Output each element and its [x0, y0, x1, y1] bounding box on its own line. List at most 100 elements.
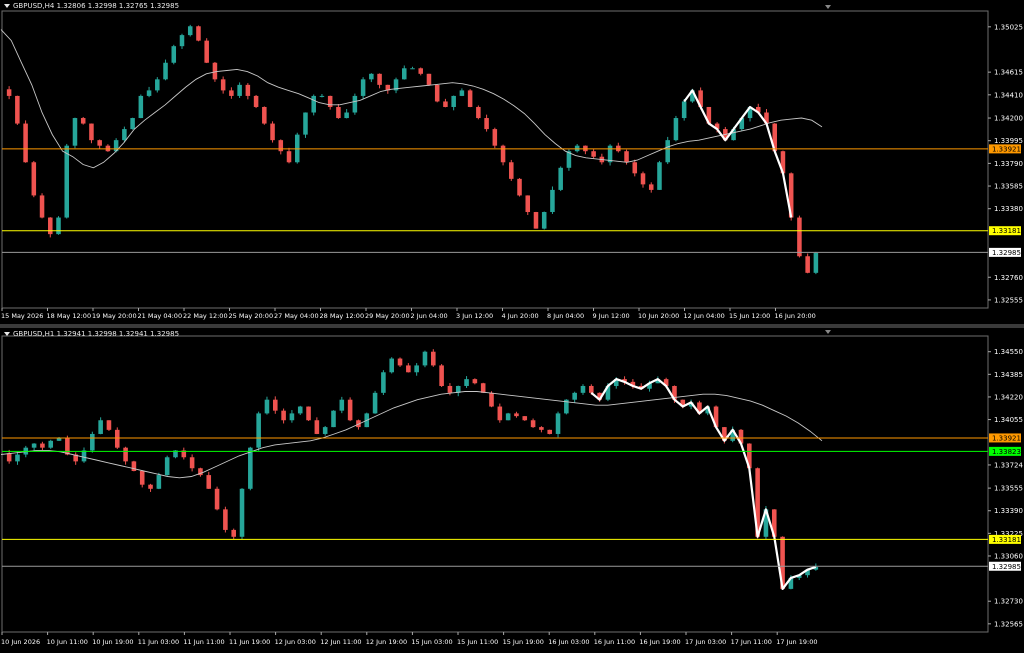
y-tick-label: 1.34410	[994, 91, 1023, 99]
orange-level-price-label: 1.33921	[992, 434, 1021, 442]
candle-body	[48, 217, 53, 235]
y-tick-label: 1.33995	[994, 137, 1023, 145]
h1-chart-panel[interactable]: GBPUSD,H1 1.32941 1.32998 1.32941 1.3298…	[0, 328, 1024, 653]
y-tick-label: 1.32555	[994, 296, 1023, 304]
candle-body	[40, 443, 45, 448]
candle-body	[489, 392, 494, 407]
y-tick-label: 1.34615	[994, 69, 1023, 77]
candle-body	[122, 129, 127, 141]
candle-body	[497, 406, 503, 421]
x-tick-label: 15 May 2026	[1, 312, 43, 320]
y-tick-label: 1.33390	[994, 507, 1023, 515]
candle-body	[256, 413, 261, 448]
candle-body	[248, 447, 253, 489]
candle-body	[155, 79, 160, 91]
candle-body	[640, 173, 646, 185]
candle-body	[547, 429, 553, 434]
dropdown-triangle-icon[interactable]	[4, 332, 10, 336]
candle-body	[632, 162, 638, 174]
candle-body	[805, 256, 810, 273]
candle-body	[97, 140, 102, 146]
candle-body	[81, 450, 87, 462]
candle-body	[572, 392, 577, 400]
chart-shift-marker-icon	[825, 330, 831, 334]
candle-body	[286, 151, 292, 163]
candle-body	[352, 95, 358, 113]
dropdown-triangle-icon[interactable]	[4, 4, 10, 8]
candle-body	[322, 427, 328, 434]
candle-body	[339, 399, 345, 411]
x-tick-label: 19 May 20:00	[92, 312, 137, 320]
candle-body	[106, 420, 112, 430]
yellow-level-price-label: 1.33181	[992, 536, 1021, 544]
x-tick-label: 16 Jun 20:00	[775, 312, 816, 320]
candle-body	[89, 123, 94, 141]
candle-body	[377, 73, 382, 85]
x-tick-label: 22 May 12:00	[183, 312, 228, 320]
h4-chart-header: GBPUSD,H4 1.32806 1.32998 1.32765 1.3298…	[4, 2, 179, 10]
candle-body	[204, 40, 209, 63]
candle-body	[555, 413, 561, 434]
orange-level-price-label: 1.33921	[992, 145, 1021, 153]
y-tick-label: 1.33585	[994, 183, 1023, 191]
candle-body	[327, 95, 333, 107]
candle-body	[214, 488, 220, 510]
candle-body	[187, 26, 193, 36]
candle-body	[156, 475, 162, 489]
candle-body	[589, 385, 594, 393]
candle-body	[624, 151, 629, 163]
candle-body	[6, 453, 12, 462]
candle-body	[484, 118, 489, 130]
x-tick-label: 11 Jun 19:00	[229, 638, 270, 646]
candle-body	[402, 68, 407, 80]
candle-body	[657, 162, 662, 190]
y-tick-label: 1.34220	[994, 393, 1023, 401]
current-price-price-label: 1.32985	[992, 249, 1021, 257]
chart-shift-marker-icon	[825, 5, 831, 9]
candle-body	[381, 372, 386, 393]
candle-body	[464, 379, 469, 386]
x-tick-label: 9 Jun 12:00	[593, 312, 630, 320]
candle-body	[472, 379, 478, 384]
candle-body	[212, 62, 218, 80]
current-price-price-label: 1.32985	[992, 563, 1021, 571]
x-tick-label: 21 May 04:00	[138, 312, 183, 320]
candle-body	[331, 410, 336, 428]
candle-body	[56, 438, 62, 441]
h4-chart-panel[interactable]: GBPUSD,H4 1.32806 1.32998 1.32765 1.3298…	[0, 0, 1024, 324]
yellow-level-price-label: 1.33181	[992, 227, 1021, 235]
candle-body	[206, 475, 212, 489]
candle-body	[245, 84, 251, 96]
y-tick-label: 1.34385	[994, 371, 1023, 379]
candle-body	[665, 140, 670, 163]
candle-body	[467, 90, 473, 107]
h1-chart-svg[interactable]: 1.34550 1.34385 1.34220 1.34055 1.33724 1.335…	[0, 328, 1024, 653]
candle-body	[237, 84, 242, 96]
candle-body	[253, 95, 259, 107]
candle-body	[509, 162, 514, 179]
y-tick-label: 1.33380	[994, 205, 1023, 213]
x-tick-label: 12 Jun 11:00	[320, 638, 361, 646]
y-tick-label: 1.34200	[994, 115, 1023, 123]
candle-body	[229, 90, 234, 96]
x-tick-label: 17 Jun 03:00	[685, 638, 726, 646]
candle-body	[80, 118, 86, 124]
candle-body	[270, 123, 275, 141]
candle-body	[369, 73, 374, 80]
y-tick-label: 1.32565	[994, 620, 1023, 628]
candle-body	[533, 212, 539, 229]
x-tick-label: 11 Jun 03:00	[138, 638, 179, 646]
x-tick-label: 10 Jun 20:00	[638, 312, 679, 320]
candle-body	[480, 383, 486, 393]
candle-body	[476, 106, 481, 119]
x-tick-label: 2 Jun 04:00	[411, 312, 448, 320]
x-tick-label: 10 Jun 2026	[1, 638, 40, 646]
candle-body	[517, 178, 522, 196]
x-tick-label: 25 May 20:00	[229, 312, 274, 320]
candle-body	[131, 461, 137, 471]
candle-body	[90, 433, 95, 451]
candle-body	[336, 106, 341, 119]
candle-body	[72, 118, 78, 146]
h4-chart-svg[interactable]: 1.35025 1.34615 1.34410 1.34200 1.33995 1.337…	[0, 0, 1024, 324]
candle-body	[64, 145, 70, 218]
